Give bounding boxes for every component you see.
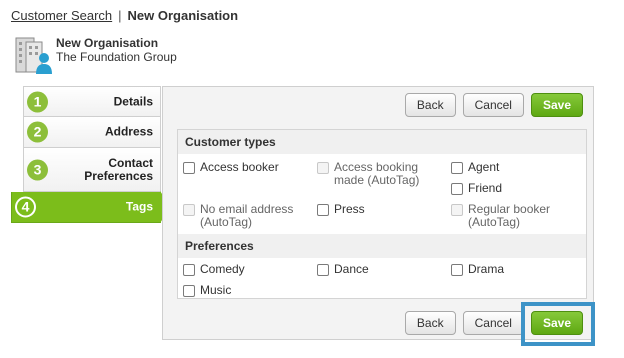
option-label: Access booker (200, 160, 279, 174)
back-button-bottom[interactable]: Back (404, 311, 456, 335)
tab-contact-preferences[interactable]: 3 Contact Preferences (23, 148, 161, 192)
checkbox (183, 204, 195, 216)
checkbox[interactable] (451, 162, 463, 174)
save-highlight-box (521, 302, 595, 346)
checkbox-friend[interactable]: Friend (451, 182, 502, 195)
checkbox[interactable] (317, 204, 329, 216)
option-label: Regular booker (AutoTag) (468, 202, 551, 229)
preferences-heading: Preferences (178, 234, 586, 258)
option-label: Press (334, 202, 365, 216)
cancel-button[interactable]: Cancel (462, 93, 524, 117)
option-label: Music (200, 283, 232, 297)
tab-label: Tags (125, 199, 153, 214)
checkbox-drama[interactable]: Drama (451, 263, 504, 276)
option-label: Comedy (200, 262, 245, 276)
checkbox-press[interactable]: Press (317, 203, 365, 216)
checkbox[interactable] (451, 183, 463, 195)
option-label: Agent (468, 160, 500, 174)
org-name: New Organisation (56, 36, 159, 50)
checkbox-no-email-address: No email address (AutoTag) (183, 203, 308, 229)
breadcrumb-separator: | (118, 8, 122, 23)
checkbox (317, 162, 329, 174)
back-button[interactable]: Back (404, 93, 456, 117)
tab-address[interactable]: 2 Address (23, 117, 161, 148)
save-button[interactable]: Save (530, 93, 583, 117)
checkbox[interactable] (317, 264, 329, 276)
customer-types-heading: Customer types (178, 130, 586, 154)
checkbox[interactable] (451, 264, 463, 276)
checkbox[interactable] (183, 285, 195, 297)
tab-label: Contact Preferences (84, 155, 153, 183)
tab-number: 3 (27, 159, 48, 180)
option-label: Drama (468, 262, 505, 276)
tab-details[interactable]: 1 Details (23, 86, 161, 117)
breadcrumb-current: New Organisation (127, 8, 239, 23)
tags-content: Customer types Access booker Access book… (177, 129, 587, 299)
checkbox-agent[interactable]: Agent (451, 161, 499, 174)
checkbox[interactable] (183, 162, 195, 174)
checkbox (451, 204, 463, 216)
top-toolbar: Back Cancel Save (404, 93, 583, 117)
tab-tags[interactable]: 4 Tags (11, 191, 171, 223)
tab-number: 1 (27, 91, 48, 112)
tab-number: 2 (27, 121, 48, 143)
breadcrumb: Customer Search | New Organisation (11, 8, 238, 23)
tab-label: Address (104, 124, 153, 139)
checkbox-regular-booker: Regular booker (AutoTag) (451, 203, 571, 229)
checkbox-comedy[interactable]: Comedy (183, 263, 245, 276)
tab-number: 4 (15, 196, 36, 218)
checkbox-access-booker[interactable]: Access booker (183, 161, 279, 174)
cancel-button-bottom[interactable]: Cancel (462, 311, 524, 335)
checkbox[interactable] (183, 264, 195, 276)
option-label: Friend (468, 181, 503, 195)
wizard-tabs: 1 Details 2 Address 3 Contact Preference… (11, 86, 171, 223)
option-label: Dance (334, 262, 369, 276)
org-subtitle: The Foundation Group (56, 50, 177, 64)
option-label: No email address (AutoTag) (200, 202, 294, 229)
option-label: Access booking made (AutoTag) (334, 160, 420, 187)
tab-label: Details (113, 94, 153, 108)
org-header: New Organisation The Foundation Group (12, 34, 177, 76)
checkbox-access-booking-made: Access booking made (AutoTag) (317, 161, 427, 187)
checkbox-music[interactable]: Music (183, 284, 231, 297)
breadcrumb-customer-search-link[interactable]: Customer Search (11, 8, 112, 23)
building-person-icon (12, 34, 54, 76)
checkbox-dance[interactable]: Dance (317, 263, 369, 276)
